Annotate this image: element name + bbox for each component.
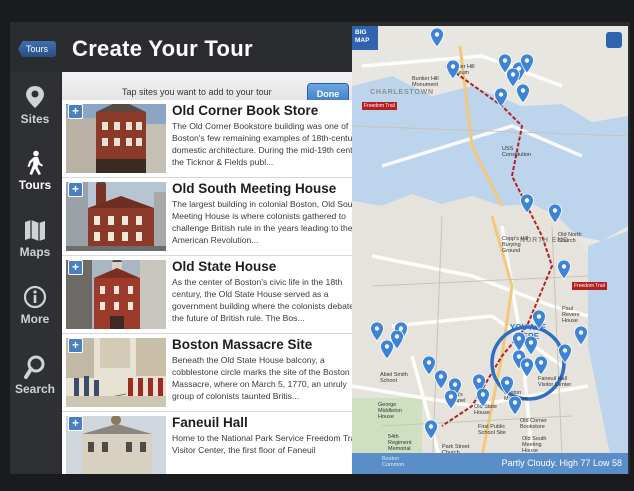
map-marker-pin-icon[interactable] bbox=[500, 376, 514, 396]
add-site-button[interactable]: + bbox=[68, 416, 83, 431]
sidebar: Sites Tours Maps More Search bbox=[10, 72, 60, 474]
site-row-boston-massacre-site[interactable]: + Boston Massacre Site Beneath the Old S… bbox=[62, 334, 376, 412]
map-marker-pin-icon[interactable] bbox=[430, 28, 444, 48]
site-description: As the center of Boston's civic life in … bbox=[172, 277, 359, 323]
site-name: Boston Massacre Site bbox=[172, 337, 313, 352]
site-row-old-state-house[interactable]: + Old State House As the center of Bosto… bbox=[62, 256, 376, 334]
search-icon bbox=[24, 355, 45, 379]
big-map-button[interactable]: BIG MAP bbox=[352, 26, 378, 50]
map-marker-pin-icon[interactable] bbox=[508, 396, 522, 416]
weather-bar: Boston Common Partly Cloudy. High 77 Low… bbox=[352, 453, 628, 474]
map-marker-pin-icon[interactable] bbox=[520, 194, 534, 214]
add-site-button[interactable]: + bbox=[68, 260, 83, 275]
map-label: Old North Church bbox=[558, 232, 582, 244]
instruction-text: Tap sites you want to add to your tour bbox=[122, 87, 272, 97]
map-marker-pin-icon[interactable] bbox=[532, 310, 546, 330]
sidebar-item-more[interactable]: More bbox=[10, 284, 60, 326]
sidebar-item-label: Search bbox=[14, 382, 56, 396]
map-marker-pin-icon[interactable] bbox=[446, 60, 460, 80]
map-label: Old Corner Bookstore bbox=[520, 418, 547, 430]
map-marker-pin-icon[interactable] bbox=[516, 84, 530, 104]
site-row-old-south-meeting-house[interactable]: + Old South Meeting House The largest bu… bbox=[62, 178, 376, 256]
map-label: CHARLESTOWN bbox=[370, 89, 434, 96]
freedom-trail-tag: Freedom Trail bbox=[572, 282, 607, 290]
sidebar-item-search[interactable]: Search bbox=[10, 354, 60, 396]
map-marker-pin-icon[interactable] bbox=[380, 340, 394, 360]
site-description: The Old Corner Bookstore building was on… bbox=[172, 121, 365, 167]
map-marker-pin-icon[interactable] bbox=[558, 344, 572, 364]
sidebar-item-maps[interactable]: Maps bbox=[10, 217, 60, 259]
map-marker-pin-icon[interactable] bbox=[574, 326, 588, 346]
sidebar-item-sites[interactable]: Sites bbox=[10, 84, 60, 126]
sidebar-item-tours[interactable]: Tours bbox=[10, 150, 60, 192]
location-pin-icon bbox=[26, 86, 44, 108]
site-row-old-corner-book-store[interactable]: + Old Corner Book Store The Old Corner B… bbox=[62, 100, 376, 178]
map-label: 54th Regiment Memorial bbox=[388, 434, 412, 452]
add-site-button[interactable]: + bbox=[68, 338, 83, 353]
map-label: USS Constitution bbox=[502, 146, 532, 158]
compass-icon[interactable] bbox=[606, 32, 622, 48]
walking-person-icon bbox=[27, 150, 43, 175]
site-name: Old South Meeting House bbox=[172, 181, 337, 196]
map-marker-pin-icon[interactable] bbox=[520, 54, 534, 74]
map-label: Bunker Hill Monument bbox=[412, 76, 439, 88]
map-marker-pin-icon[interactable] bbox=[524, 336, 538, 356]
map-marker-pin-icon[interactable] bbox=[434, 370, 448, 390]
header: Tours Create Your Tour bbox=[10, 22, 354, 72]
site-description: The largest building in colonial Boston,… bbox=[172, 199, 360, 245]
map-marker-pin-icon[interactable] bbox=[557, 260, 571, 280]
add-site-button[interactable]: + bbox=[68, 182, 83, 197]
map-marker-pin-icon[interactable] bbox=[424, 420, 438, 440]
site-description: Home to the National Park Service Freedo… bbox=[172, 433, 360, 455]
site-name: Old Corner Book Store bbox=[172, 103, 319, 118]
sidebar-item-label: Maps bbox=[19, 245, 51, 259]
weather-text: Partly Cloudy. High 77 Low 58 bbox=[501, 458, 622, 468]
back-button[interactable]: Tours bbox=[18, 41, 56, 57]
freedom-trail-tag: Freedom Trail bbox=[362, 102, 397, 110]
map-marker-pin-icon[interactable] bbox=[548, 204, 562, 224]
site-list-panel: Tap sites you want to add to your tour D… bbox=[62, 72, 376, 474]
map-label: First Public School Site bbox=[478, 424, 506, 436]
tour-map[interactable]: BIG MAP CHARLESTOWN NORTH END Freedom Tr… bbox=[352, 26, 628, 474]
boston-common-label: Boston Common bbox=[382, 456, 405, 468]
add-site-button[interactable]: + bbox=[68, 104, 83, 119]
site-name: Old State House bbox=[172, 259, 277, 274]
map-label: Abiel Smith School bbox=[380, 372, 408, 384]
map-label: Copp's Hill Burying Ground bbox=[502, 236, 529, 254]
map-marker-pin-icon[interactable] bbox=[444, 390, 458, 410]
app-screen: Tours Create Your Tour Sites Tours Maps bbox=[10, 22, 630, 474]
page-title: Create Your Tour bbox=[72, 36, 253, 61]
site-row-faneuil-hall[interactable]: + Faneuil Hall Home to the National Park… bbox=[62, 412, 376, 474]
info-icon bbox=[23, 285, 47, 309]
site-name: Faneuil Hall bbox=[172, 415, 248, 430]
map-label: Old South Meeting House bbox=[522, 436, 547, 454]
map-marker-pin-icon[interactable] bbox=[494, 88, 508, 108]
map-marker-pin-icon[interactable] bbox=[512, 332, 526, 352]
map-icon bbox=[25, 220, 45, 241]
map-label: Paul Revere House bbox=[562, 306, 580, 324]
map-marker-pin-icon[interactable] bbox=[370, 322, 384, 342]
map-marker-pin-icon[interactable] bbox=[534, 356, 548, 376]
sidebar-item-label: Sites bbox=[20, 112, 50, 126]
sidebar-item-label: More bbox=[20, 312, 50, 326]
map-label: George Middleton House bbox=[378, 402, 402, 420]
map-label: Faneuil Hall Visitor Center bbox=[538, 376, 572, 388]
site-description: Beneath the Old State House balcony, a c… bbox=[172, 355, 350, 401]
map-marker-pin-icon[interactable] bbox=[476, 388, 490, 408]
sidebar-item-label: Tours bbox=[18, 178, 52, 192]
map-marker-pin-icon[interactable] bbox=[520, 358, 534, 378]
